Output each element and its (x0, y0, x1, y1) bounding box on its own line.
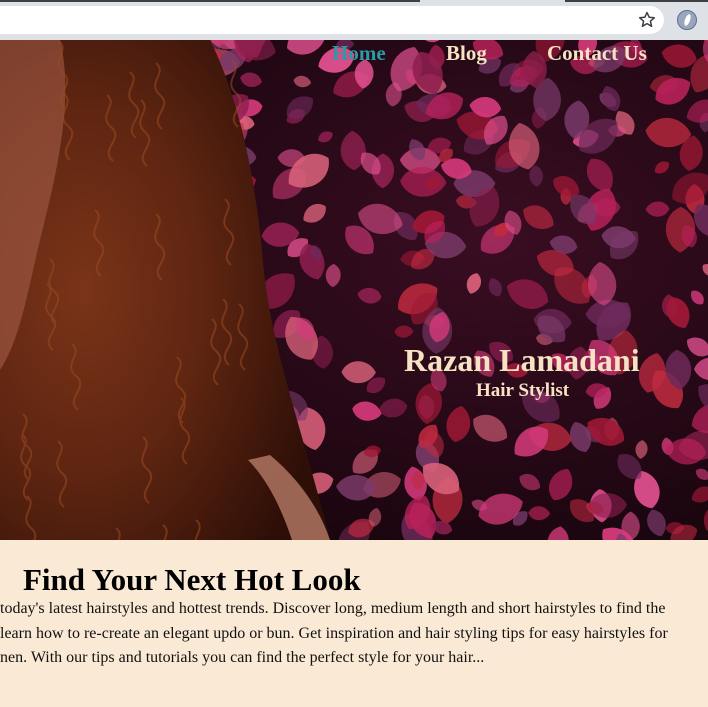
intro-text-line: today's latest hairstyles and hottest tr… (0, 600, 666, 617)
intro-section: Find Your Next Hot Look today's latest h… (0, 540, 708, 707)
hero-subtitle: Hair Stylist (476, 380, 570, 401)
nav-link-contact[interactable]: Contact Us (547, 41, 647, 66)
browser-toolbar (0, 0, 708, 40)
star-icon[interactable] (637, 10, 657, 30)
section-heading: Find Your Next Hot Look (23, 562, 361, 597)
main-nav: Home Blog Contact Us (0, 40, 708, 66)
nav-link-blog[interactable]: Blog (446, 41, 487, 66)
nav-link-home[interactable]: Home (332, 41, 386, 66)
hero-image (0, 40, 708, 540)
address-bar[interactable] (0, 6, 664, 34)
hero-banner: Home Blog Contact Us Razan Lamadani Hair… (0, 40, 708, 540)
tab-strip (0, 0, 708, 2)
intro-text-line: learn how to re-create an elegant updo o… (0, 625, 668, 642)
intro-text-line: nen. With our tips and tutorials you can… (0, 649, 485, 666)
inactive-tab-edge[interactable] (565, 0, 708, 2)
hero-title: Razan Lamadani (404, 342, 640, 378)
active-tab-edge[interactable] (0, 0, 420, 2)
extension-icon[interactable] (677, 10, 697, 30)
